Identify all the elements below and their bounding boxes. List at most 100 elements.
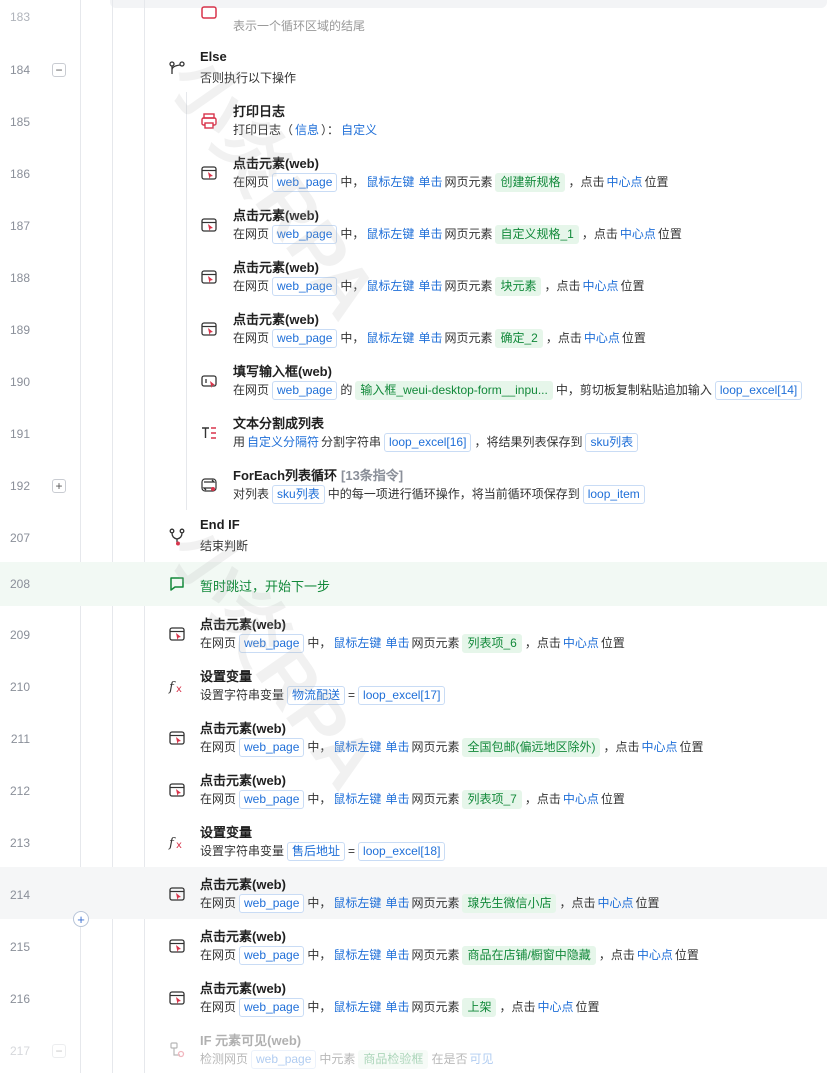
line-number: 191 bbox=[9, 427, 30, 441]
step-description: 用自定义分隔符 分割字符串 loop_excel[16] ，将结果列表保存到 sku列表 bbox=[233, 433, 641, 452]
step-row[interactable]: 216 点击元素(web) 在网页 web_page 中， 鼠标左键 单击 网页元素 上架 ，点击… bbox=[0, 971, 827, 1023]
line-number: 186 bbox=[9, 167, 30, 181]
target-variable[interactable]: 售后地址 bbox=[287, 842, 346, 861]
desc-text: ，点击 bbox=[568, 175, 605, 189]
page-variable[interactable]: web_page bbox=[272, 329, 338, 348]
step-row[interactable]: 184 − Else 否则执行以下操作 bbox=[0, 42, 827, 94]
value-variable[interactable]: loop_excel[17] bbox=[358, 686, 446, 705]
step-description: 在网页 web_page 中， 鼠标左键 单击 网页元素 上架 ，点击 中心点 位置 bbox=[200, 998, 600, 1017]
click-element-icon bbox=[201, 166, 217, 180]
step-row[interactable]: 209 点击元素(web) 在网页 web_page 中， 鼠标左键 单击 网页元素 列表项_6… bbox=[0, 607, 827, 659]
condition: 可见 bbox=[469, 1052, 494, 1066]
page-variable[interactable]: web_page bbox=[239, 790, 305, 809]
page-variable[interactable]: web_page bbox=[272, 381, 338, 400]
collapse-toggle[interactable]: − bbox=[52, 63, 66, 77]
page-variable[interactable]: web_page bbox=[239, 998, 305, 1017]
page-variable[interactable]: web_page bbox=[272, 225, 338, 244]
desc-text: 在网页 bbox=[233, 331, 270, 345]
step-description: 打印日志（ 信息）： 自定义 bbox=[233, 121, 379, 138]
step-description: 在网页 web_page 中， 鼠标左键 单击 网页元素 自定义规格_1 ，点击 中心点 位置 bbox=[233, 225, 682, 244]
element-tag[interactable]: 商品检验框 bbox=[358, 1050, 429, 1069]
value-variable[interactable]: loop_excel[18] bbox=[358, 842, 446, 861]
input-variable[interactable]: loop_excel[14] bbox=[714, 381, 803, 400]
source-variable[interactable]: loop_excel[16] bbox=[384, 433, 472, 452]
step-row[interactable]: 192 + ForEach列表循环 [13条指令] 对列表 sku列表 中的每一项进行循环操… bbox=[0, 458, 827, 510]
step-row[interactable]: 217 − IF 元素可见(web) 检测网页 web_page 中元素 商品检验框 在是否可… bbox=[0, 1023, 827, 1075]
element-tag[interactable]: 自定义规格_1 bbox=[495, 225, 579, 244]
element-tag[interactable]: 输入框_weui-desktop-form__inpu... bbox=[355, 381, 553, 400]
line-number: 192 bbox=[9, 479, 30, 493]
comment-icon bbox=[170, 577, 184, 591]
click-element-icon bbox=[201, 270, 217, 284]
click-type: 单击 bbox=[385, 636, 410, 650]
step-title: 点击元素(web) bbox=[233, 156, 319, 171]
expand-toggle[interactable]: + bbox=[52, 479, 66, 493]
element-tag[interactable]: 列表项_6 bbox=[462, 634, 522, 653]
desc-text: 位置 bbox=[600, 792, 625, 806]
element-tag[interactable]: 创建新规格 bbox=[495, 173, 566, 192]
step-row[interactable]: 190 填写输入框(web) 在网页 web_page 的输入框_weui-deskto… bbox=[0, 354, 827, 406]
click-element-icon bbox=[169, 887, 185, 901]
desc-text: 中， bbox=[340, 175, 365, 189]
click-point: 中心点 bbox=[562, 636, 599, 650]
step-row[interactable]: 214 点击元素(web) 在网页 web_page 中， 鼠标左键 单击 网页元素 瑔先生微信… bbox=[0, 867, 827, 919]
step-row[interactable]: 189 点击元素(web) 在网页 web_page 中， 鼠标左键 单击 网页元素 确定_2，… bbox=[0, 302, 827, 354]
element-tag[interactable]: 全国包邮(偏远地区除外) bbox=[462, 738, 601, 757]
svg-text:f: f bbox=[168, 836, 176, 851]
step-row[interactable]: 187 点击元素(web) 在网页 web_page 中， 鼠标左键 单击 网页元素 自定义规格… bbox=[0, 198, 827, 250]
desc-text: 中， bbox=[307, 896, 332, 910]
desc-text: 中， bbox=[307, 740, 332, 754]
page-variable[interactable]: web_page bbox=[239, 894, 305, 913]
step-description: 对列表 sku列表 中的每一项进行循环操作，将当前循环项保存到 loop_item bbox=[233, 485, 648, 504]
click-type: 单击 bbox=[385, 740, 410, 754]
page-variable[interactable]: web_page bbox=[239, 946, 305, 965]
desc-text: 网页元素 bbox=[411, 636, 460, 650]
page-variable[interactable]: web_page bbox=[251, 1050, 317, 1069]
element-tag[interactable]: 上架 bbox=[462, 998, 497, 1017]
desc-text: ，点击 bbox=[544, 279, 581, 293]
desc-text: 对列表 bbox=[233, 487, 270, 501]
step-row[interactable]: 188 点击元素(web) 在网页 web_page 中， 鼠标左键 单击 网页元素 块元素 ，点… bbox=[0, 250, 827, 302]
step-row[interactable]: 213 f x 设置变量 设置字符串变量 售后地址 = loop_excel[18] bbox=[0, 815, 827, 867]
desc-text: 网页元素 bbox=[444, 175, 493, 189]
element-tag[interactable]: 列表项_7 bbox=[462, 790, 522, 809]
step-description: 在网页 web_page 中， 鼠标左键 单击 网页元素 商品在店铺/橱窗中隐藏 ，点击 中心点… bbox=[200, 946, 699, 965]
instruction-count: [13条指令] bbox=[341, 468, 404, 483]
click-point: 中心点 bbox=[537, 1000, 574, 1014]
step-row[interactable]: 208 暂时跳过，开始下一步 bbox=[0, 562, 827, 606]
step-title: 文本分割成列表 bbox=[233, 416, 325, 431]
element-tag[interactable]: 确定_2 bbox=[495, 329, 543, 348]
page-variable[interactable]: web_page bbox=[239, 634, 305, 653]
add-step-button[interactable]: + bbox=[73, 911, 89, 927]
step-row[interactable]: 211 点击元素(web) 在网页 web_page 中， 鼠标左键 单击 网页元素 全国包邮(… bbox=[0, 711, 827, 763]
desc-text: 分割字符串 bbox=[321, 435, 382, 449]
list-variable[interactable]: sku列表 bbox=[272, 485, 325, 504]
page-variable[interactable]: web_page bbox=[239, 738, 305, 757]
collapse-toggle[interactable]: − bbox=[52, 1044, 66, 1058]
desc-text: 位置 bbox=[635, 896, 660, 910]
step-row[interactable]: 210 f x 设置变量 设置字符串变量 物流配送 = loop_excel[17] bbox=[0, 659, 827, 711]
click-element-icon bbox=[169, 939, 185, 953]
element-tag[interactable]: 瑔先生微信小店 bbox=[462, 894, 557, 913]
step-title: 点击元素(web) bbox=[233, 260, 319, 275]
click-element-icon bbox=[169, 783, 185, 797]
step-row[interactable]: 212 点击元素(web) 在网页 web_page 中， 鼠标左键 单击 网页元素 列表项_7… bbox=[0, 763, 827, 815]
step-row[interactable]: 207 End IF 结束判断 bbox=[0, 510, 827, 562]
step-row[interactable]: 185 打印日志 打印日志（ 信息）： 自定义 bbox=[0, 94, 827, 146]
desc-text: 中， bbox=[307, 1000, 332, 1014]
step-row[interactable]: 186 点击元素(web) 在网页 web_page 中， 鼠标左键 单击 网页元素 创建新规格… bbox=[0, 146, 827, 198]
end-if-icon bbox=[169, 528, 185, 546]
loop-item-variable[interactable]: loop_item bbox=[582, 485, 645, 504]
step-row[interactable]: 191 文本分割成列表用自定义分隔符 分割字符串 loop_excel[16] ，将结果… bbox=[0, 406, 827, 458]
click-point: 中心点 bbox=[582, 279, 619, 293]
desc-text: 中， bbox=[340, 279, 365, 293]
line-number: 183 bbox=[9, 10, 30, 24]
result-variable[interactable]: sku列表 bbox=[585, 433, 639, 452]
line-number: 211 bbox=[10, 732, 30, 746]
page-variable[interactable]: web_page bbox=[272, 173, 338, 192]
page-variable[interactable]: web_page bbox=[272, 277, 338, 296]
element-tag[interactable]: 商品在店铺/橱窗中隐藏 bbox=[462, 946, 596, 965]
step-row[interactable]: 215 点击元素(web) 在网页 web_page 中， 鼠标左键 单击 网页元素 商品在店铺… bbox=[0, 919, 827, 971]
target-variable[interactable]: 物流配送 bbox=[287, 686, 346, 705]
element-tag[interactable]: 块元素 bbox=[495, 277, 542, 296]
